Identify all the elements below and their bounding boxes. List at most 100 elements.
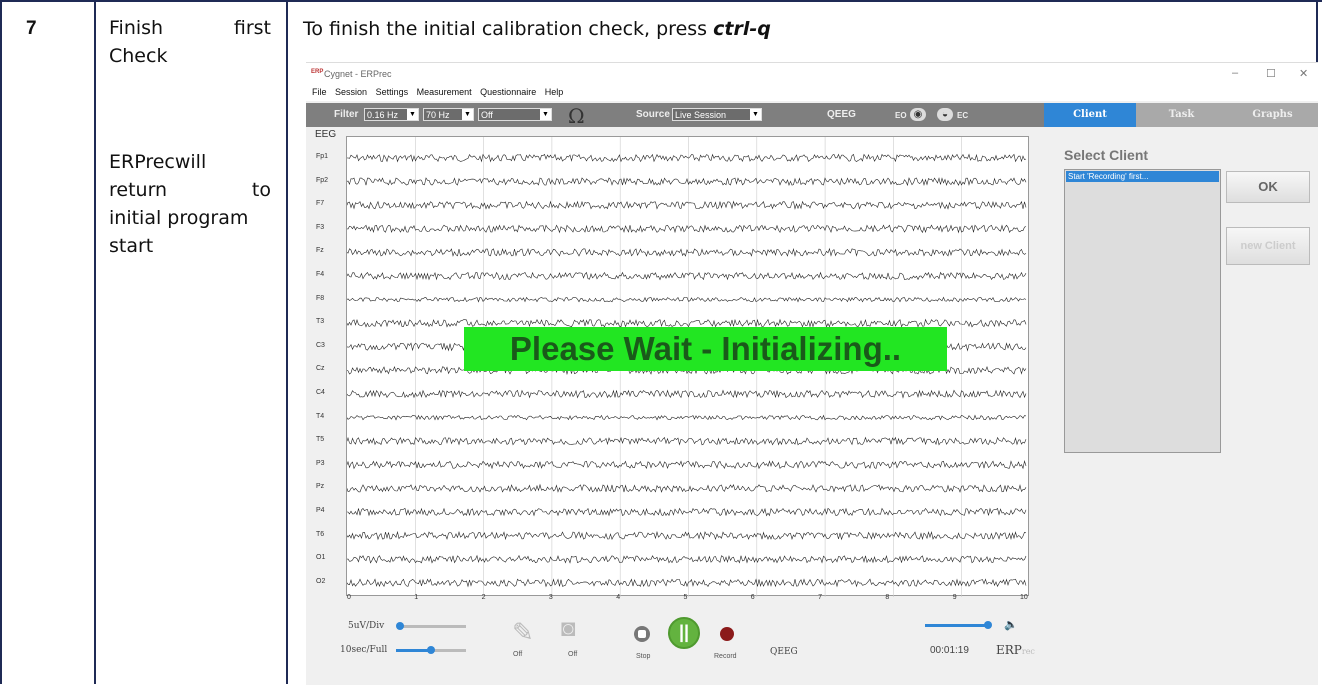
select-client-title: Select Client [1064, 147, 1149, 163]
menu-questionnaire[interactable]: Questionnaire [480, 87, 536, 97]
task-title-line: Check [109, 45, 168, 67]
bottom-controls: 5uV/Div 10sec/Full ✎ Off ◙ Off Stop || R… [306, 611, 1044, 685]
x-tick-label: 0 [347, 594, 351, 601]
stop-label: Stop [636, 653, 651, 660]
channel-label-p4: P4 [316, 507, 325, 514]
record-label: Record [714, 653, 737, 660]
eye-closed-icon[interactable]: ◒ [937, 108, 953, 121]
channel-label-pz: Pz [316, 483, 325, 491]
source-select[interactable]: Live Session ▼ [672, 108, 762, 121]
electrode-icon[interactable]: ✎ [512, 617, 534, 648]
channel-label-f7: F7 [316, 200, 325, 208]
trace-f3 [347, 224, 1027, 234]
electrode-status: Off [513, 651, 523, 658]
filter-low-select[interactable]: 0.16 Hz ▼ [364, 108, 419, 121]
x-tick-label: 9 [952, 594, 957, 601]
channel-label-t6: T6 [316, 530, 325, 538]
x-tick-label: 3 [548, 594, 553, 601]
notch-value: Off [481, 110, 493, 120]
new-client-button[interactable]: new Client [1226, 227, 1310, 265]
x-tick-label: 8 [885, 594, 890, 601]
brand-logo: ERPrec [996, 643, 1035, 657]
slider-knob[interactable] [984, 621, 992, 629]
record-button[interactable] [720, 627, 734, 641]
trace-t4 [347, 414, 1027, 421]
trace-fz [347, 247, 1027, 257]
volume-slider[interactable] [925, 621, 992, 629]
trace-o1 [347, 554, 1027, 564]
channel-label-c3: C3 [316, 341, 325, 349]
slider-knob[interactable] [427, 646, 435, 654]
chevron-down-icon: ▼ [540, 109, 551, 120]
eeg-label: EEG [315, 129, 337, 140]
task-title-word: first [233, 17, 271, 39]
trace-c4 [347, 389, 1027, 399]
notch-select[interactable]: Off ▼ [478, 108, 552, 121]
channel-label-fz: Fz [316, 247, 324, 255]
instruction-shortcut: ctrl-q [713, 18, 771, 40]
eye-open-icon[interactable]: ◉ [910, 108, 926, 121]
menu-file[interactable]: File [312, 87, 327, 97]
qeeg-label: QEEG [827, 109, 856, 120]
tab-client[interactable]: Client [1044, 103, 1136, 127]
table-column-divider [94, 0, 96, 684]
desc-line: ERPrecwill [109, 151, 207, 173]
stop-button[interactable] [634, 626, 650, 642]
channel-label-c4: C4 [316, 389, 325, 396]
instruction-prefix: To finish the initial calibration check,… [303, 18, 714, 40]
channel-label-fp2: Fp2 [316, 176, 329, 184]
chevron-down-icon: ▼ [750, 109, 761, 120]
channel-label-f3: F3 [316, 223, 325, 231]
desc-word: return [109, 179, 168, 201]
x-tick-label: 1 [414, 594, 419, 601]
filter-high-select[interactable]: 70 Hz ▼ [423, 108, 474, 121]
time-slider[interactable] [396, 646, 466, 654]
pause-button[interactable]: || [668, 617, 700, 649]
impedance-omega-icon[interactable]: Ω [568, 104, 585, 128]
desc-line: initial program [109, 207, 249, 229]
table-top-border [0, 0, 1322, 2]
x-tick-label: 6 [750, 594, 755, 601]
menu-settings[interactable]: Settings [376, 87, 409, 97]
x-tick-label: 7 [818, 594, 822, 601]
tab-task[interactable]: Task [1136, 103, 1227, 127]
list-item[interactable]: Start 'Recording' first... [1066, 171, 1219, 182]
channel-label-o1: O1 [316, 554, 326, 562]
filter-high-value: 70 Hz [426, 110, 450, 120]
x-tick-label: 2 [481, 594, 486, 601]
camera-status: Off [568, 651, 578, 658]
trace-f8 [347, 296, 1027, 303]
maximize-icon[interactable]: ☐ [1266, 67, 1276, 80]
slider-fill [925, 624, 987, 627]
close-icon[interactable]: ✕ [1299, 67, 1308, 80]
desc-word: to [251, 179, 271, 201]
source-label: Source [636, 109, 670, 120]
menu-measurement[interactable]: Measurement [417, 87, 472, 97]
slider-knob[interactable] [396, 622, 404, 630]
trace-p4 [347, 507, 1027, 517]
menu-session[interactable]: Session [335, 87, 367, 97]
eo-label: EO [895, 111, 907, 120]
toolbar: Filter 0.16 Hz ▼ 70 Hz ▼ Off ▼ Ω Source Liv… [306, 103, 1044, 128]
trace-t6 [347, 530, 1027, 541]
timer: 00:01:19 [930, 645, 969, 656]
trace-p3 [347, 460, 1027, 470]
tab-graphs[interactable]: Graphs [1227, 103, 1318, 127]
time-label: 10sec/Full [340, 645, 388, 655]
scale-slider[interactable] [396, 622, 466, 630]
scale-label: 5uV/Div [348, 621, 385, 631]
menu-bar: File Session Settings Measurement Questi… [306, 85, 1318, 101]
camera-icon[interactable]: ◙ [561, 615, 576, 643]
speaker-icon[interactable]: 🔈 [1004, 618, 1018, 631]
window-title: Cygnet - ERPrec [324, 69, 392, 79]
ok-button[interactable]: OK [1226, 171, 1310, 203]
channel-label-f4: F4 [316, 271, 325, 278]
pause-icon: || [679, 622, 690, 642]
menu-help[interactable]: Help [545, 87, 564, 97]
client-list[interactable]: Start 'Recording' first... [1064, 169, 1221, 453]
trace-o2 [347, 578, 1027, 588]
minimize-icon[interactable]: – [1232, 67, 1238, 79]
channel-label-t4: T4 [316, 412, 325, 420]
tab-bar: Client Task Graphs [1044, 103, 1318, 127]
channel-label-t5: T5 [316, 436, 325, 444]
